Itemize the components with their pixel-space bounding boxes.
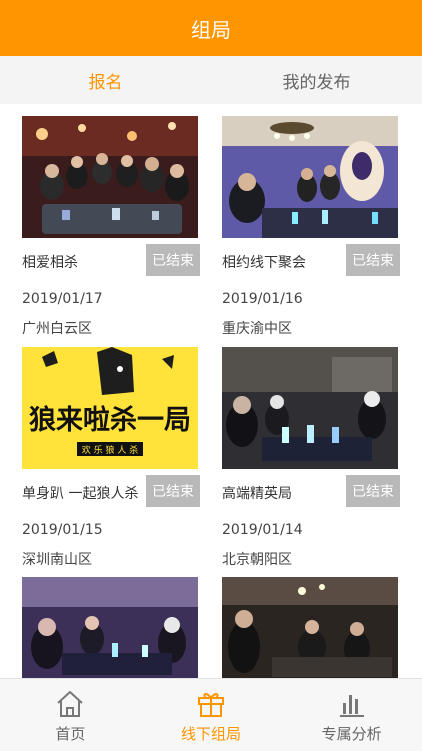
event-photo — [222, 577, 398, 678]
poster-subtitle: 欢 乐 狼 人 杀 — [82, 444, 138, 456]
nav-analytics[interactable]: 专属分析 — [281, 679, 422, 751]
event-location: 广州白云区 — [22, 321, 92, 337]
status-badge: 已结束 — [346, 244, 400, 276]
event-location: 深圳南山区 — [22, 552, 92, 568]
event-date: 2019/01/14 — [222, 522, 303, 538]
event-date: 2019/01/16 — [222, 291, 303, 307]
event-poster: 狼来啦杀一局 欢 乐 狼 人 杀 — [22, 347, 198, 469]
nav-offline-events[interactable]: 线下组局 — [141, 679, 282, 751]
status-badge: 已结束 — [146, 244, 200, 276]
event-grid: 相爱相杀 已结束 2019/01/17 广州白云区 相约线下聚会 已结束 201… — [0, 104, 422, 678]
event-date: 2019/01/17 — [22, 291, 103, 307]
event-name: 相爱相杀 — [22, 255, 78, 271]
bar-chart-icon — [339, 695, 364, 717]
nav-offline-events-label: 线下组局 — [181, 725, 242, 743]
tab-signup[interactable]: 报名 — [0, 56, 211, 104]
event-photo — [22, 116, 198, 238]
status-badge: 已结束 — [146, 475, 200, 507]
event-photo — [222, 116, 398, 238]
event-location: 重庆渝中区 — [222, 321, 292, 337]
event-name: 单身趴 一起狼人杀 — [22, 486, 139, 502]
tab-my-posts[interactable]: 我的发布 — [211, 56, 422, 104]
bottom-nav: 首页 线下组局 专属分析 — [0, 678, 422, 751]
gift-icon — [198, 693, 224, 717]
event-location: 北京朝阳区 — [222, 552, 292, 568]
event-date: 2019/01/15 — [22, 522, 103, 538]
event-photo — [22, 577, 198, 678]
nav-home[interactable]: 首页 — [0, 679, 141, 751]
page-title: 组局 — [191, 17, 231, 42]
nav-home-label: 首页 — [55, 725, 86, 743]
nav-analytics-label: 专属分析 — [321, 725, 382, 743]
event-photo — [222, 347, 398, 469]
poster-title: 狼来啦杀一局 — [29, 404, 191, 436]
event-name: 相约线下聚会 — [222, 255, 306, 271]
tab-bar: 报名 我的发布 — [0, 56, 422, 104]
home-icon — [57, 691, 84, 717]
event-name: 高端精英局 — [222, 486, 292, 502]
top-bar: 组局 — [0, 0, 422, 56]
status-badge: 已结束 — [346, 475, 400, 507]
